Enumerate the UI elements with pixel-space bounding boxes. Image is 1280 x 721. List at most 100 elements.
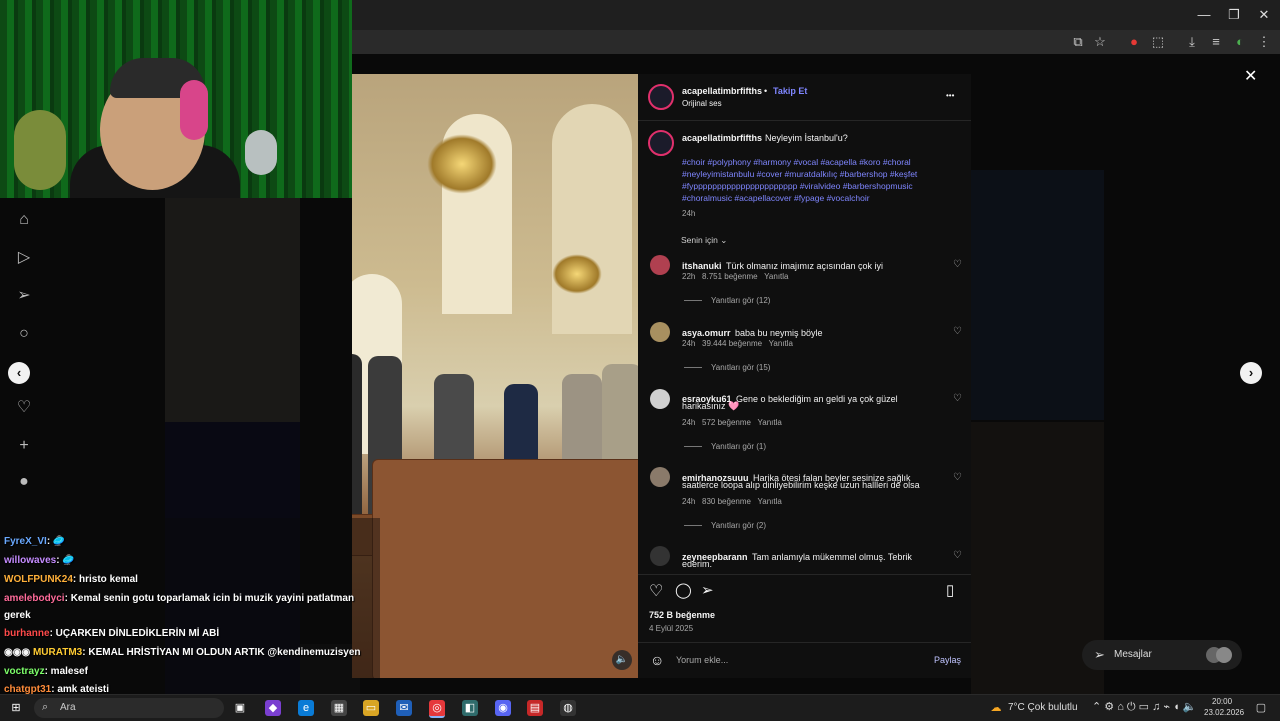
author-username[interactable]: acapellatimbrfifths — [682, 86, 762, 96]
tray-icons[interactable]: ⌃ ⚙ ⌂ ⏻ ▭ ♫ ⌁ ◖ 🔈 — [1092, 700, 1196, 714]
likes-count[interactable]: 752 B beğenme — [649, 610, 715, 620]
hashtags-line[interactable]: #fypppppppppppppppppppppp #viralvideo #b… — [682, 181, 913, 191]
file-explorer-icon[interactable]: ▭ — [363, 700, 379, 716]
share-icon[interactable]: ➢ — [701, 581, 714, 599]
obs-icon[interactable]: ◍ — [560, 700, 576, 716]
chat-username: voctrayz — [4, 666, 45, 677]
start-windows-icon[interactable]: ⊞ — [8, 700, 24, 716]
discord-icon[interactable]: ◉ — [495, 700, 511, 716]
caption-time: 24h — [682, 209, 696, 218]
clock-time[interactable]: 20:00 — [1212, 697, 1232, 706]
reply-button[interactable]: Yanıtla — [758, 418, 782, 427]
comment-bubble-icon[interactable]: ◯ — [675, 581, 692, 599]
divider — [684, 446, 702, 447]
caption-username[interactable]: acapellatimbrfifths — [682, 133, 762, 143]
reply-button[interactable]: Yanıtla — [764, 272, 788, 281]
comment-username[interactable]: itshanuki — [682, 261, 722, 271]
mail-icon[interactable]: ✉ — [396, 700, 412, 716]
extensions-puzzle-icon[interactable]: ⬚ — [1150, 34, 1166, 50]
chat-username: FyreX_VI — [4, 536, 47, 547]
weather-text[interactable]: 7°C Çok bulutlu — [1008, 702, 1078, 713]
follow-button[interactable]: Takip Et — [773, 86, 807, 96]
comment-username[interactable]: asya.omurr — [682, 328, 731, 338]
reels-icon[interactable]: ▷ — [14, 248, 34, 268]
commenter-avatar[interactable] — [650, 322, 670, 342]
like-comment-heart-icon[interactable]: ♡ — [953, 472, 962, 483]
commenter-avatar[interactable] — [650, 255, 670, 275]
app-icon[interactable]: ◧ — [462, 700, 478, 716]
install-app-icon[interactable]: ⧉ — [1070, 34, 1086, 50]
profile-avatar-icon[interactable]: ● — [14, 472, 34, 492]
comment-likes[interactable]: 8.751 beğenme — [702, 272, 758, 281]
hashtags-line[interactable]: #choir #polyphony #harmony #vocal #acape… — [682, 157, 911, 167]
like-comment-heart-icon[interactable]: ♡ — [953, 326, 962, 337]
comment-time: 22h — [682, 272, 696, 281]
create-plus-icon[interactable]: + — [14, 436, 34, 456]
chrome-icon[interactable]: ◎ — [429, 700, 445, 718]
commenter-avatar[interactable] — [650, 467, 670, 487]
caption-author-avatar[interactable] — [648, 130, 674, 156]
clock-date[interactable]: 23.02.2026 — [1204, 708, 1244, 717]
next-post-button[interactable]: › — [1240, 362, 1262, 384]
comment-likes[interactable]: 39.444 beğenme — [702, 339, 762, 348]
view-replies-button[interactable]: Yanıtları gör (1) — [711, 442, 766, 451]
like-heart-icon[interactable]: ♡ — [649, 581, 663, 601]
close-modal-icon[interactable]: ✕ — [1244, 66, 1257, 86]
copilot-icon[interactable]: ◆ — [265, 700, 281, 716]
streamer-webcam — [0, 0, 352, 198]
hashtags-line[interactable]: #choralmusic #acapellacover #fypage #voc… — [682, 193, 870, 203]
app-icon[interactable]: ▤ — [527, 700, 543, 716]
messages-button[interactable]: ➢ Mesajlar — [1082, 640, 1242, 670]
caption-text: Neyleyim İstanbul'u? — [765, 133, 848, 143]
post-comment-button[interactable]: Paylaş — [934, 655, 961, 665]
notifications-icon[interactable]: ▢ — [1253, 700, 1269, 716]
comment-likes[interactable]: 572 beğenme — [702, 418, 751, 427]
store-icon[interactable]: ▦ — [331, 700, 347, 716]
commenter-avatar[interactable] — [650, 389, 670, 409]
search-icon[interactable]: ○ — [14, 324, 34, 344]
taskbar-search-box[interactable]: ⌕ Ara — [34, 698, 224, 718]
like-comment-heart-icon[interactable]: ♡ — [953, 259, 962, 270]
chat-message: burhanne: UÇARKEN DİNLEDİKLERİN Mİ ABİ — [4, 628, 219, 639]
like-comment-heart-icon[interactable]: ♡ — [953, 550, 962, 561]
comment-input[interactable]: Yorum ekle... — [676, 655, 728, 665]
weather-icon[interactable]: ☁ — [988, 700, 1004, 716]
restore-icon[interactable]: ❐ — [1220, 6, 1248, 24]
previous-post-button[interactable]: ‹ — [8, 362, 30, 384]
hashtags-line[interactable]: #neyleyimistanbulu #cover #muratdalkılıç… — [682, 169, 917, 179]
chat-text: : 🥏 — [46, 536, 66, 547]
minimize-icon[interactable]: — — [1190, 6, 1218, 24]
audio-label[interactable]: Orijinal ses — [682, 99, 722, 108]
comment-time: 24h — [682, 339, 696, 348]
view-replies-button[interactable]: Yanıtları gör (12) — [711, 296, 770, 305]
comment-text: Gene o beklediğim an geldi ya çok güzel — [736, 394, 898, 404]
extension-record-icon[interactable]: ● — [1126, 34, 1142, 50]
like-comment-heart-icon[interactable]: ♡ — [953, 393, 962, 404]
direct-icon[interactable]: ➢ — [14, 286, 34, 306]
menu-kebab-icon[interactable]: ⋮ — [1256, 34, 1272, 50]
author-avatar[interactable] — [648, 84, 674, 110]
download-icon[interactable]: ⤓ — [1184, 34, 1200, 50]
chat-text: : malesef — [44, 666, 88, 677]
post-video[interactable]: 🔈 — [352, 74, 638, 678]
chat-username: MURATM3 — [32, 647, 83, 658]
commenter-avatar[interactable] — [650, 546, 670, 566]
comment-likes[interactable]: 830 beğenme — [702, 497, 751, 506]
home-icon[interactable]: ⌂ — [14, 210, 34, 230]
close-window-icon[interactable]: ✕ — [1250, 6, 1278, 24]
more-options-button[interactable]: ••• — [946, 91, 954, 100]
task-view-icon[interactable]: ▣ — [232, 700, 248, 716]
edge-icon[interactable]: e — [298, 700, 314, 716]
profile-icon[interactable]: ◐ — [1232, 34, 1248, 50]
reading-list-icon[interactable]: ≡ — [1208, 34, 1224, 50]
emoji-icon[interactable]: ☺ — [650, 652, 664, 668]
save-bookmark-icon[interactable]: ▯ — [946, 581, 954, 599]
view-replies-button[interactable]: Yanıtları gör (15) — [711, 363, 770, 372]
reply-button[interactable]: Yanıtla — [758, 497, 782, 506]
reply-button[interactable]: Yanıtla — [769, 339, 793, 348]
mute-audio-button[interactable]: 🔈 — [612, 650, 632, 670]
bookmark-star-icon[interactable]: ☆ — [1092, 34, 1108, 50]
notifications-heart-icon[interactable]: ♡ — [14, 398, 34, 418]
view-replies-button[interactable]: Yanıtları gör (2) — [711, 521, 766, 530]
comment-sort-dropdown[interactable]: Senin için ⌄ — [681, 235, 727, 246]
